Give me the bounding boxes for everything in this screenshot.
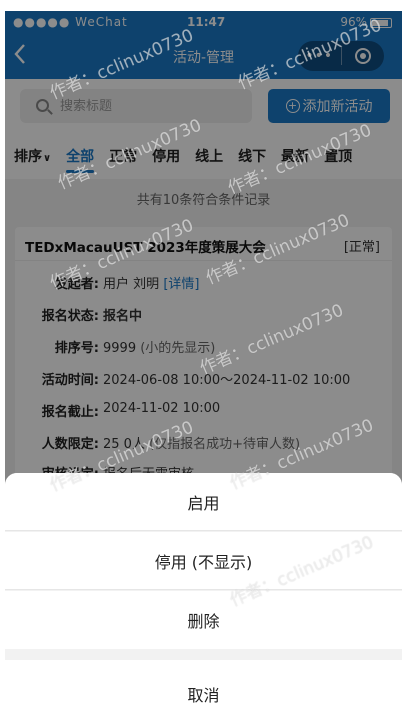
app-screen: ●●●●● WeChat 11:47 96% 活动-管理 ••• + 添加新活动… <box>5 11 402 727</box>
action-sheet: 启用 停用 (不显示) 删除 取消 <box>5 473 402 727</box>
disable-action[interactable]: 停用 (不显示) <box>5 532 402 590</box>
delete-action[interactable]: 删除 <box>5 591 402 649</box>
enable-action[interactable]: 启用 <box>5 473 402 531</box>
cancel-action[interactable]: 取消 <box>5 660 402 727</box>
